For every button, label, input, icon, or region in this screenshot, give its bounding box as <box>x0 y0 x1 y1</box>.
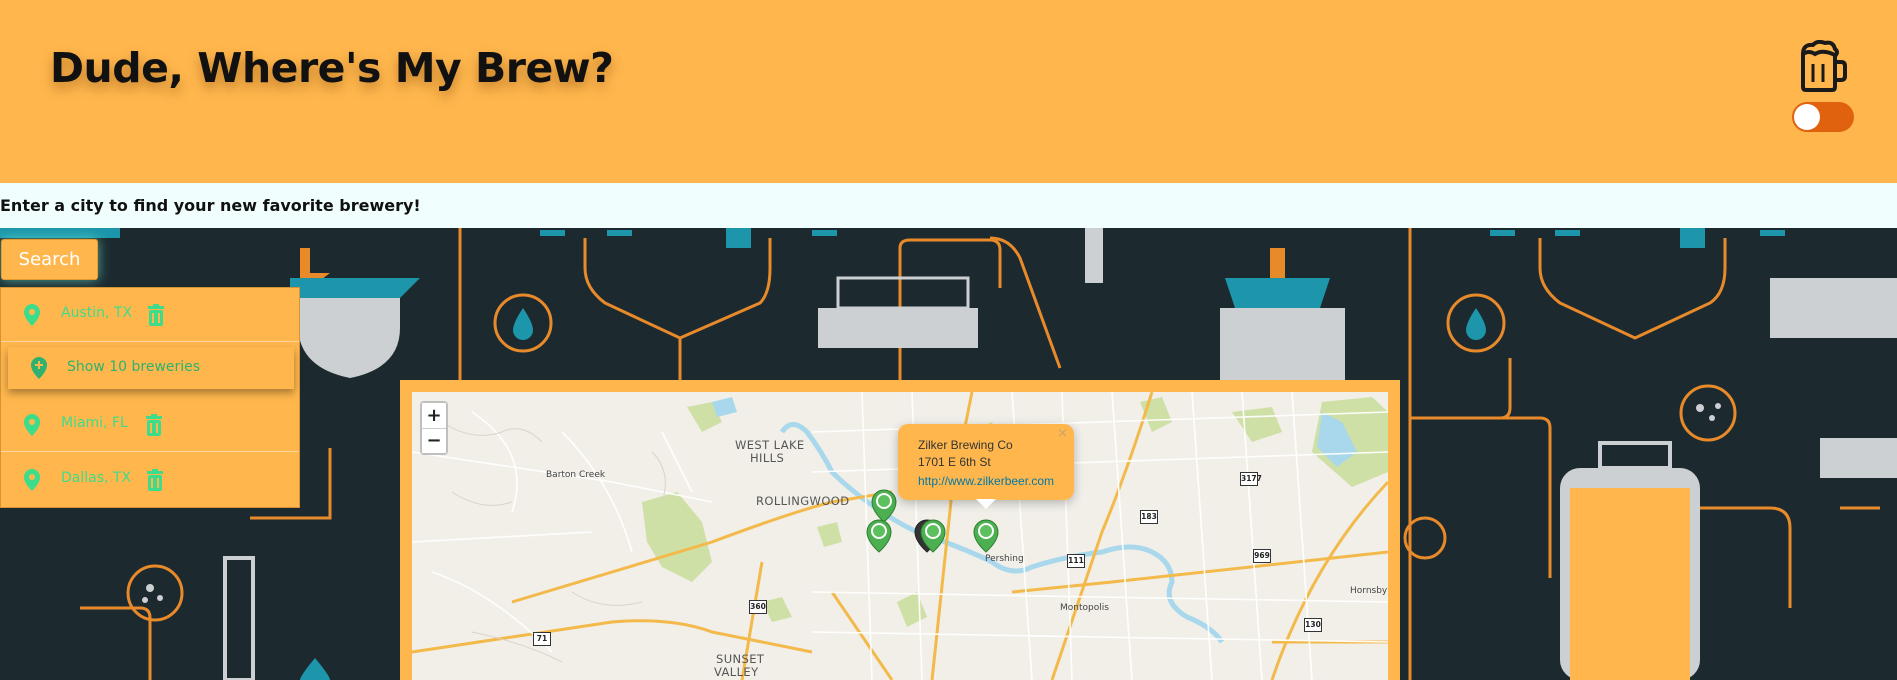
city-item-miami[interactable]: Miami, FL <box>1 398 299 452</box>
trash-icon[interactable] <box>146 469 164 491</box>
route-shield: 71 <box>533 632 551 646</box>
trash-icon[interactable] <box>145 414 163 436</box>
route-shield: 3177 <box>1240 472 1262 486</box>
zoom-out-button[interactable]: − <box>422 428 446 453</box>
show-breweries-button[interactable]: Show 10 breweries <box>8 347 294 389</box>
show-breweries-label: Show 10 breweries <box>67 359 201 375</box>
place-label: Pershing <box>985 554 1024 564</box>
brewery-popup: × Zilker Brewing Co 1701 E 6th St http:/… <box>898 424 1074 509</box>
city-label: Dallas, TX <box>61 470 132 486</box>
place-label: ROLLINGWOOD <box>756 494 850 508</box>
popup-brewery-address: 1701 E 6th St <box>918 455 991 469</box>
intro-strip: Enter a city to find your new favorite b… <box>0 183 1897 228</box>
city-label: Miami, FL <box>61 415 128 431</box>
city-label: Austin, TX <box>61 305 133 321</box>
route-shield: 360 <box>749 600 767 614</box>
popup-close-button[interactable]: × <box>1057 426 1068 441</box>
saved-city-list: Austin, TX Show 10 breweries Miami, FL D… <box>0 287 300 508</box>
location-pin-plus-icon <box>31 357 47 379</box>
brewery-marker[interactable] <box>973 519 999 553</box>
place-label: Montopolis <box>1060 603 1109 613</box>
place-label: HILLS <box>750 451 785 465</box>
brewery-map[interactable]: + − WEST LAKE HILLS Barton Creek ROLLING… <box>412 392 1388 680</box>
brewery-marker[interactable] <box>866 519 892 553</box>
route-shield: 130 <box>1304 618 1322 632</box>
location-pin-icon <box>24 414 40 436</box>
zoom-control: + − <box>420 401 448 455</box>
toggle-knob <box>1794 104 1820 130</box>
brewery-marker[interactable] <box>871 489 897 523</box>
place-label: Barton Creek <box>546 470 606 480</box>
intro-text: Enter a city to find your new favorite b… <box>0 196 421 215</box>
city-item-austin[interactable]: Austin, TX <box>1 288 299 342</box>
beer-mug-icon <box>1801 40 1847 92</box>
popup-brewery-name: Zilker Brewing Co <box>918 438 1013 452</box>
theme-toggle[interactable] <box>1792 102 1854 132</box>
route-shield: 183 <box>1140 510 1158 524</box>
location-pin-icon <box>24 469 40 491</box>
route-shield: 969 <box>1253 549 1271 563</box>
place-label: WEST LAKE <box>735 438 805 452</box>
app-header: Dude, Where's My Brew? <box>0 0 1897 183</box>
city-item-dallas[interactable]: Dallas, TX <box>1 453 299 507</box>
route-shield: 111 <box>1067 554 1085 568</box>
app-title: Dude, Where's My Brew? <box>50 44 614 92</box>
location-pin-icon <box>24 304 40 326</box>
brewery-marker[interactable] <box>920 519 946 553</box>
trash-icon[interactable] <box>147 304 165 326</box>
place-label: VALLEY <box>714 665 759 679</box>
place-label: Hornsby <box>1350 586 1388 596</box>
popup-brewery-link[interactable]: http://www.zilkerbeer.com <box>918 474 1054 488</box>
zoom-in-button[interactable]: + <box>422 403 446 428</box>
place-label: SUNSET <box>716 652 765 666</box>
search-button[interactable]: Search <box>1 239 98 280</box>
